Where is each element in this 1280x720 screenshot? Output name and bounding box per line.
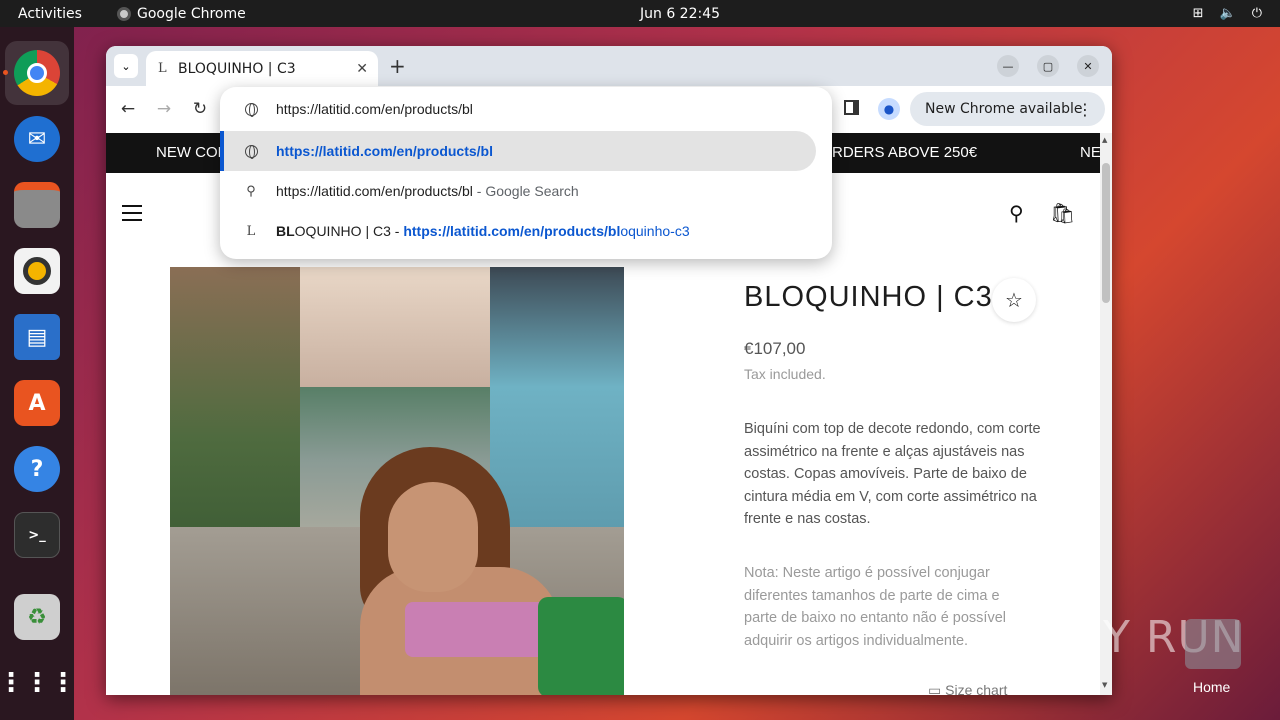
globe-icon xyxy=(242,142,260,160)
menu-icon[interactable] xyxy=(122,205,142,226)
dock-terminal[interactable]: >_ xyxy=(5,503,69,567)
reload-button[interactable]: ↻ xyxy=(189,98,211,120)
more-vert-icon[interactable]: ⋮ xyxy=(1077,100,1093,119)
tab-close-icon[interactable]: ✕ xyxy=(356,61,368,77)
arrow-left-icon: ← xyxy=(120,99,136,119)
tab-active[interactable]: L BLOQUINHO | C3 ✕ xyxy=(146,51,378,86)
activities-button[interactable]: Activities xyxy=(18,6,82,22)
page-scrollbar[interactable]: ▲ ▼ xyxy=(1100,133,1112,695)
dock-chrome[interactable] xyxy=(3,41,69,105)
cart-icon[interactable]: 🛍 xyxy=(1050,201,1075,225)
dock-rhythmbox[interactable] xyxy=(5,239,69,303)
thunderbird-icon: ✉ xyxy=(14,116,60,162)
forward-button[interactable]: → xyxy=(153,98,175,120)
app-menu[interactable]: Google Chrome xyxy=(117,6,246,22)
close-window-button[interactable]: ✕ xyxy=(1077,55,1099,77)
app-menu-label: Google Chrome xyxy=(137,5,246,22)
minimize-icon: — xyxy=(1002,59,1014,73)
search-icon[interactable]: ⚲ xyxy=(1009,201,1024,225)
maximize-button[interactable]: ▢ xyxy=(1037,55,1059,77)
product-description: Biquíni com top de decote redondo, com c… xyxy=(744,421,1041,527)
search-icon: ⚲ xyxy=(246,183,256,198)
rhythmbox-icon xyxy=(14,248,60,294)
home-folder-icon[interactable] xyxy=(1185,619,1241,669)
dock: ✉ ▤ A ? >_ ♻ ⋮⋮⋮ xyxy=(0,27,76,720)
app-center-icon: A xyxy=(14,380,60,426)
announce-left: NEW COL xyxy=(156,144,227,161)
network-icon: ⊞ xyxy=(1192,6,1204,21)
tab-favicon: L xyxy=(158,61,167,76)
omnibox-input[interactable]: https://latitid.com/en/products/bl xyxy=(220,89,832,129)
maximize-icon: ▢ xyxy=(1042,59,1054,73)
dock-show-apps[interactable]: ⋮⋮⋮ xyxy=(0,651,76,715)
wishlist-button[interactable]: ☆ xyxy=(992,278,1036,322)
terminal-icon: >_ xyxy=(14,512,60,558)
dock-help[interactable]: ? xyxy=(5,437,69,501)
tab-title: BLOQUINHO | C3 xyxy=(178,60,296,77)
address-text: https://latitid.com/en/products/bl xyxy=(276,101,473,117)
dock-writer[interactable]: ▤ xyxy=(5,305,69,369)
new-chrome-available-button[interactable]: New Chrome available ⋮ xyxy=(910,92,1105,126)
suggestion-url-text: https://latitid.com/en/products/bl xyxy=(276,143,493,159)
back-button[interactable]: ← xyxy=(117,98,139,120)
profile-avatar[interactable]: ● xyxy=(878,98,900,120)
clock[interactable]: Jun 6 22:45 xyxy=(640,6,720,22)
arrow-right-icon: → xyxy=(156,99,172,119)
chevron-down-icon: ⌄ xyxy=(121,59,131,73)
minimize-button[interactable]: — xyxy=(997,55,1019,77)
suggestion-history[interactable]: L BLOQUINHO | C3 - https://latitid.com/e… xyxy=(220,211,832,251)
size-chart-label: Size chart xyxy=(945,682,1008,695)
close-icon: ✕ xyxy=(1083,59,1093,73)
running-indicator xyxy=(3,70,8,75)
announce-right: NE xyxy=(1080,144,1100,161)
tab-strip: ⌄ L BLOQUINHO | C3 ✕ + — ▢ ✕ xyxy=(106,46,1112,86)
ruler-icon: ▭ xyxy=(928,682,942,695)
system-tray[interactable]: ⊞ 🔈 ⏻ xyxy=(1193,6,1262,21)
product-title: BLOQUINHO | C3 xyxy=(744,281,993,313)
star-icon: ☆ xyxy=(1005,288,1023,312)
suggestion-history-text: BLOQUINHO | C3 - https://latitid.com/en/… xyxy=(276,223,690,239)
person-icon: ● xyxy=(883,102,895,116)
tax-note: Tax included. xyxy=(744,366,826,382)
suggestion-search[interactable]: ⚲ https://latitid.com/en/products/bl - G… xyxy=(220,171,832,211)
app-grid-icon: ⋮⋮⋮ xyxy=(0,668,76,698)
announce-mid: RDERS ABOVE 250€ xyxy=(832,144,978,161)
tab-search-button[interactable]: ⌄ xyxy=(114,54,138,78)
dock-trash[interactable]: ♻ xyxy=(5,585,69,649)
size-chart-link[interactable]: ▭ Size chart xyxy=(928,682,1007,695)
scroll-up-icon[interactable]: ▲ xyxy=(1102,136,1107,144)
side-panel-icon[interactable] xyxy=(844,100,859,115)
update-label: New Chrome available xyxy=(925,101,1083,117)
new-tab-button[interactable]: + xyxy=(389,54,406,78)
product-image[interactable] xyxy=(170,267,624,695)
site-favicon-icon: L xyxy=(246,223,256,239)
dock-app-center[interactable]: A xyxy=(5,371,69,435)
omnibox-dropdown: https://latitid.com/en/products/bl https… xyxy=(220,87,832,259)
scrollbar-thumb[interactable] xyxy=(1102,163,1110,303)
product-price: €107,00 xyxy=(744,339,806,358)
volume-icon: 🔈 xyxy=(1219,6,1236,21)
power-icon: ⏻ xyxy=(1251,6,1262,21)
globe-icon xyxy=(242,100,260,118)
writer-icon: ▤ xyxy=(14,314,60,360)
chrome-icon xyxy=(14,50,60,96)
trash-icon: ♻ xyxy=(14,594,60,640)
scroll-down-icon[interactable]: ▼ xyxy=(1102,681,1107,689)
chrome-icon xyxy=(117,6,131,21)
dock-thunderbird[interactable]: ✉ xyxy=(5,107,69,171)
help-icon: ? xyxy=(14,446,60,492)
suggestion-url[interactable]: https://latitid.com/en/products/bl xyxy=(220,131,816,171)
home-folder-label: Home xyxy=(1193,679,1231,695)
suggestion-search-text: https://latitid.com/en/products/bl - Goo… xyxy=(276,183,579,199)
dock-files[interactable] xyxy=(5,173,69,237)
files-icon xyxy=(14,182,60,228)
reload-icon: ↻ xyxy=(192,99,208,119)
system-top-bar: Activities Google Chrome Jun 6 22:45 ⊞ 🔈… xyxy=(0,0,1280,27)
product-note: Nota: Neste artigo é possível conjugar d… xyxy=(744,565,1006,649)
